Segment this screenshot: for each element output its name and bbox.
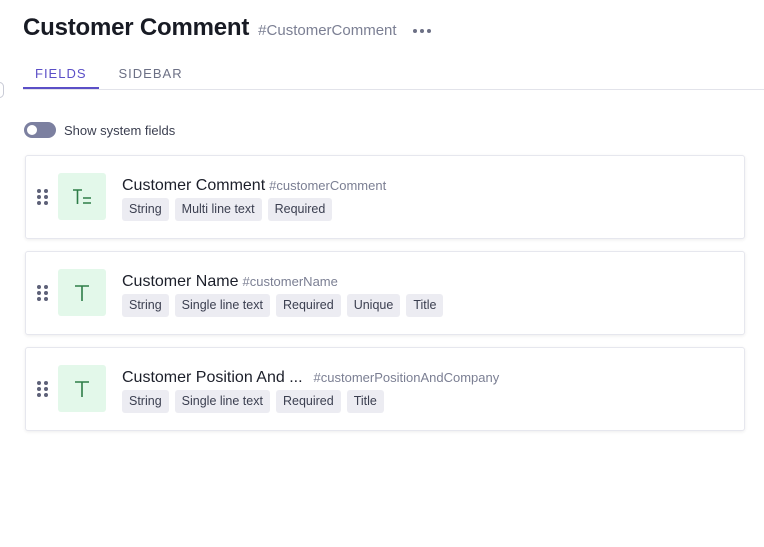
toggle-knob	[27, 125, 37, 135]
drag-handle-icon[interactable]	[37, 285, 48, 301]
field-card[interactable]: Customer Name #customerName String Single…	[25, 251, 745, 335]
edge-handle[interactable]	[0, 82, 4, 98]
tab-bar: FIELDS SIDEBAR	[23, 60, 764, 90]
dot-icon	[412, 28, 417, 33]
field-api-id: #customerPositionAndCompany	[313, 370, 500, 385]
tag-title: Title	[346, 390, 384, 413]
field-api-id: #customerComment	[269, 178, 387, 193]
single-line-text-icon	[58, 269, 106, 316]
field-name: Customer Position And ...	[122, 369, 303, 386]
tab-sidebar[interactable]: SIDEBAR	[107, 60, 195, 89]
field-name-row: Customer Name #customerName	[122, 273, 338, 291]
model-api-id: #CustomerComment	[258, 21, 397, 39]
field-name: Customer Name	[122, 273, 239, 290]
page-title: Customer Comment	[23, 14, 250, 41]
drag-handle-icon[interactable]	[37, 189, 48, 205]
field-card[interactable]: Customer Comment #customerComment String …	[25, 155, 745, 239]
system-fields-label: Show system fields	[64, 122, 176, 138]
multi-line-text-icon	[58, 173, 106, 220]
tag-field-type: Single line text	[174, 390, 270, 413]
dot-icon	[426, 28, 431, 33]
tag-required: Required	[275, 294, 341, 317]
field-name-row: Customer Position And ... #customerPositi…	[122, 369, 499, 387]
more-options-button[interactable]	[412, 28, 431, 33]
field-api-id: #customerName	[242, 274, 338, 289]
tab-fields[interactable]: FIELDS	[23, 60, 99, 89]
drag-handle-icon[interactable]	[37, 381, 48, 397]
tag-string: String	[122, 198, 169, 221]
field-name-row: Customer Comment #customerComment	[122, 177, 386, 195]
field-tags: String Single line text Required Title	[122, 390, 384, 413]
tag-field-type: Multi line text	[174, 198, 262, 221]
tag-string: String	[122, 390, 169, 413]
page-header: Customer Comment #CustomerComment	[23, 14, 431, 42]
system-fields-row: Show system fields	[24, 122, 175, 138]
tag-required: Required	[267, 198, 333, 221]
field-card[interactable]: Customer Position And ... #customerPositi…	[25, 347, 745, 431]
system-fields-toggle[interactable]	[24, 122, 56, 138]
field-name: Customer Comment	[122, 177, 266, 194]
tag-string: String	[122, 294, 169, 317]
field-tags: String Single line text Required Unique …	[122, 294, 444, 317]
single-line-text-icon	[58, 365, 106, 412]
tag-title: Title	[406, 294, 444, 317]
tag-field-type: Single line text	[174, 294, 270, 317]
tag-unique: Unique	[346, 294, 401, 317]
field-tags: String Multi line text Required	[122, 198, 333, 221]
dot-icon	[419, 28, 424, 33]
tag-required: Required	[275, 390, 341, 413]
